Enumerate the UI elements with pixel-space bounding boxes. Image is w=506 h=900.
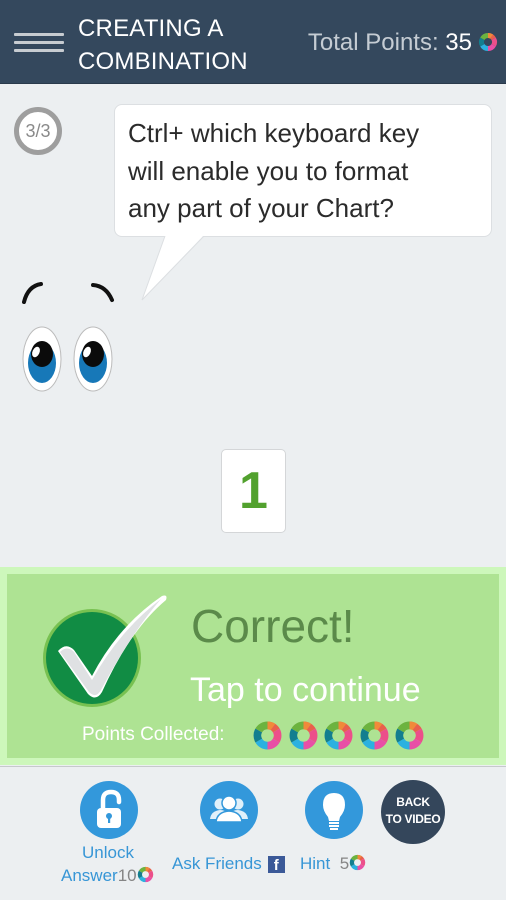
- hint-label[interactable]: Hint 5: [300, 854, 366, 874]
- back-to-video-button[interactable]: BACK TO VIDEO: [381, 780, 445, 844]
- lesson-title-line1: CREATING A: [78, 15, 224, 42]
- lesson-title-line2: COMBINATION: [78, 48, 248, 75]
- point-coin-icon: [323, 720, 354, 751]
- ask-friends-label[interactable]: Ask Friends f: [172, 854, 285, 874]
- correct-result-inner: Correct! Tap to continue Points Collecte…: [7, 574, 499, 758]
- unlock-label-line2[interactable]: Answer10: [61, 866, 154, 886]
- tap-to-continue-text[interactable]: Tap to continue: [190, 671, 421, 710]
- lightbulb-icon: [323, 793, 345, 830]
- facebook-icon: f: [267, 856, 285, 874]
- correct-result-panel[interactable]: Correct! Tap to continue Points Collecte…: [0, 567, 506, 765]
- back-to-video-line2: TO VIDEO: [385, 812, 441, 826]
- back-to-video-line1: BACK: [396, 795, 430, 809]
- points-swirl-logo-icon: [137, 866, 154, 883]
- points-collected-label: Points Collected:: [82, 724, 225, 745]
- question-text-line1: Ctrl+ which keyboard key: [128, 118, 420, 148]
- points-swirl-logo-icon: [349, 854, 366, 871]
- hint-cost: 5: [339, 854, 350, 873]
- answer-tile[interactable]: 1: [221, 449, 286, 533]
- total-points: Total Points: 35: [308, 29, 472, 57]
- lesson-title: CREATING A COMBINATION: [78, 12, 278, 78]
- correct-title: Correct!: [191, 600, 355, 652]
- point-coin-icon: [394, 720, 425, 751]
- ask-friends-button[interactable]: [200, 781, 258, 839]
- divider: [0, 766, 506, 767]
- question-text-line2: will enable you to format: [128, 155, 409, 186]
- point-coin-icon: [359, 720, 390, 751]
- unlock-answer-button[interactable]: [80, 781, 138, 839]
- point-coin-icon: [252, 720, 283, 751]
- mascot-eyes-icon: [22, 282, 114, 392]
- unlock-cost: 10: [117, 866, 137, 885]
- check-mark-icon: [43, 595, 167, 707]
- hint-button[interactable]: [305, 781, 363, 839]
- speech-bubble-tail: [141, 236, 205, 301]
- total-points-value: 35: [445, 29, 472, 56]
- hint-text: Hint: [300, 854, 331, 873]
- ask-friends-text: Ask Friends: [172, 854, 262, 873]
- question-speech-bubble: Ctrl+ which keyboard key will enable you…: [114, 104, 492, 237]
- points-swirl-logo-icon: [478, 32, 498, 52]
- point-coin-icon: [288, 720, 319, 751]
- unlock-label-text: Answer: [61, 866, 118, 885]
- friends-group-icon: [210, 795, 248, 823]
- unlock-label-line1[interactable]: Unlock: [82, 843, 134, 863]
- hamburger-menu-icon[interactable]: [14, 33, 64, 53]
- app-header: CREATING A COMBINATION Total Points: 35: [0, 0, 506, 84]
- points-collected-coins: [252, 720, 430, 752]
- question-text-line3: any part of your Chart?: [128, 193, 394, 223]
- total-points-label: Total Points:: [307, 29, 446, 56]
- unlock-padlock-icon: [97, 789, 122, 828]
- question-progress-badge: 3/3: [14, 107, 62, 155]
